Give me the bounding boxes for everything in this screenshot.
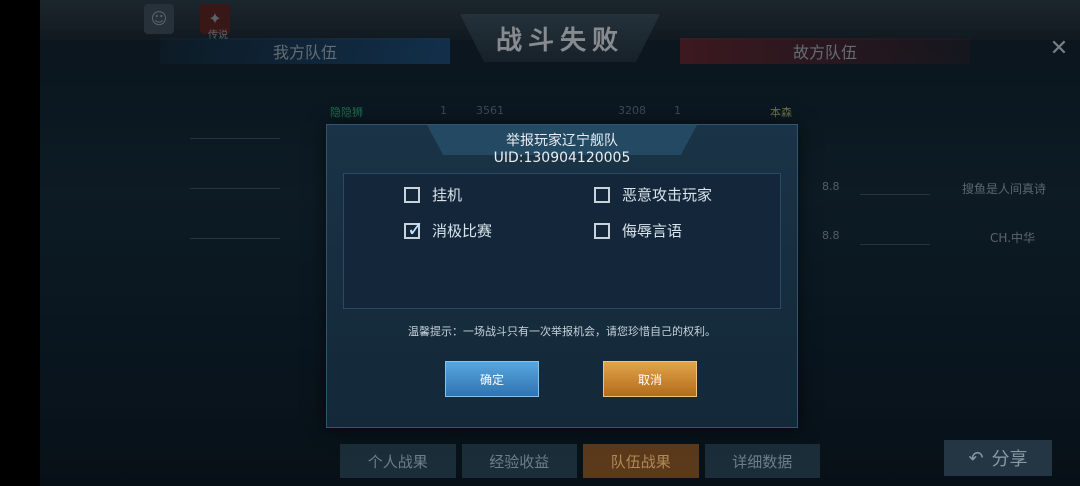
tab-experience[interactable]: 经验收益 xyxy=(461,444,577,478)
option-passive-play[interactable]: ✓ 消极比赛 xyxy=(404,217,493,241)
tab-team-record[interactable]: 队伍战果 xyxy=(583,444,699,478)
option-label: 侮辱言语 xyxy=(622,222,683,240)
share-arrow-icon: ↶ xyxy=(968,447,984,469)
checkmark-icon: ✓ xyxy=(407,216,424,241)
option-malicious-attack[interactable]: 恶意攻击玩家 xyxy=(594,184,712,205)
checkbox[interactable] xyxy=(594,186,610,203)
share-label: 分享 xyxy=(991,449,1028,470)
report-tip: 温馨提示：一场战斗只有一次举报机会，请您珍惜自己的权利。 xyxy=(408,325,716,338)
option-label: 挂机 xyxy=(432,186,463,204)
option-label: 恶意攻击玩家 xyxy=(622,186,713,204)
report-dialog: 举报玩家辽宁舰队 UID:130904120005 挂机 恶意攻击玩家 ✓ 消极… xyxy=(326,124,798,428)
option-insulting-language[interactable]: 侮辱言语 xyxy=(594,220,682,241)
dialog-title: 举报玩家辽宁舰队 xyxy=(506,133,618,149)
bottom-tab-bar: 个人战果 经验收益 队伍战果 详细数据 xyxy=(340,444,820,480)
share-button[interactable]: ↶ 分享 xyxy=(944,440,1052,476)
report-options-panel: 挂机 恶意攻击玩家 ✓ 消极比赛 侮辱言语 xyxy=(343,173,781,309)
tab-personal-record[interactable]: 个人战果 xyxy=(340,444,456,478)
option-label: 消极比赛 xyxy=(432,222,493,240)
system-bar xyxy=(0,0,40,486)
cancel-button[interactable]: 取消 xyxy=(603,361,697,397)
checkbox[interactable] xyxy=(404,186,420,203)
option-afk[interactable]: 挂机 xyxy=(404,184,462,205)
checkbox[interactable] xyxy=(594,222,610,239)
checkbox-checked[interactable]: ✓ xyxy=(404,217,424,241)
reported-player-uid: UID:130904120005 xyxy=(493,150,631,166)
confirm-button[interactable]: 确定 xyxy=(445,361,539,397)
tab-details[interactable]: 详细数据 xyxy=(704,444,820,478)
